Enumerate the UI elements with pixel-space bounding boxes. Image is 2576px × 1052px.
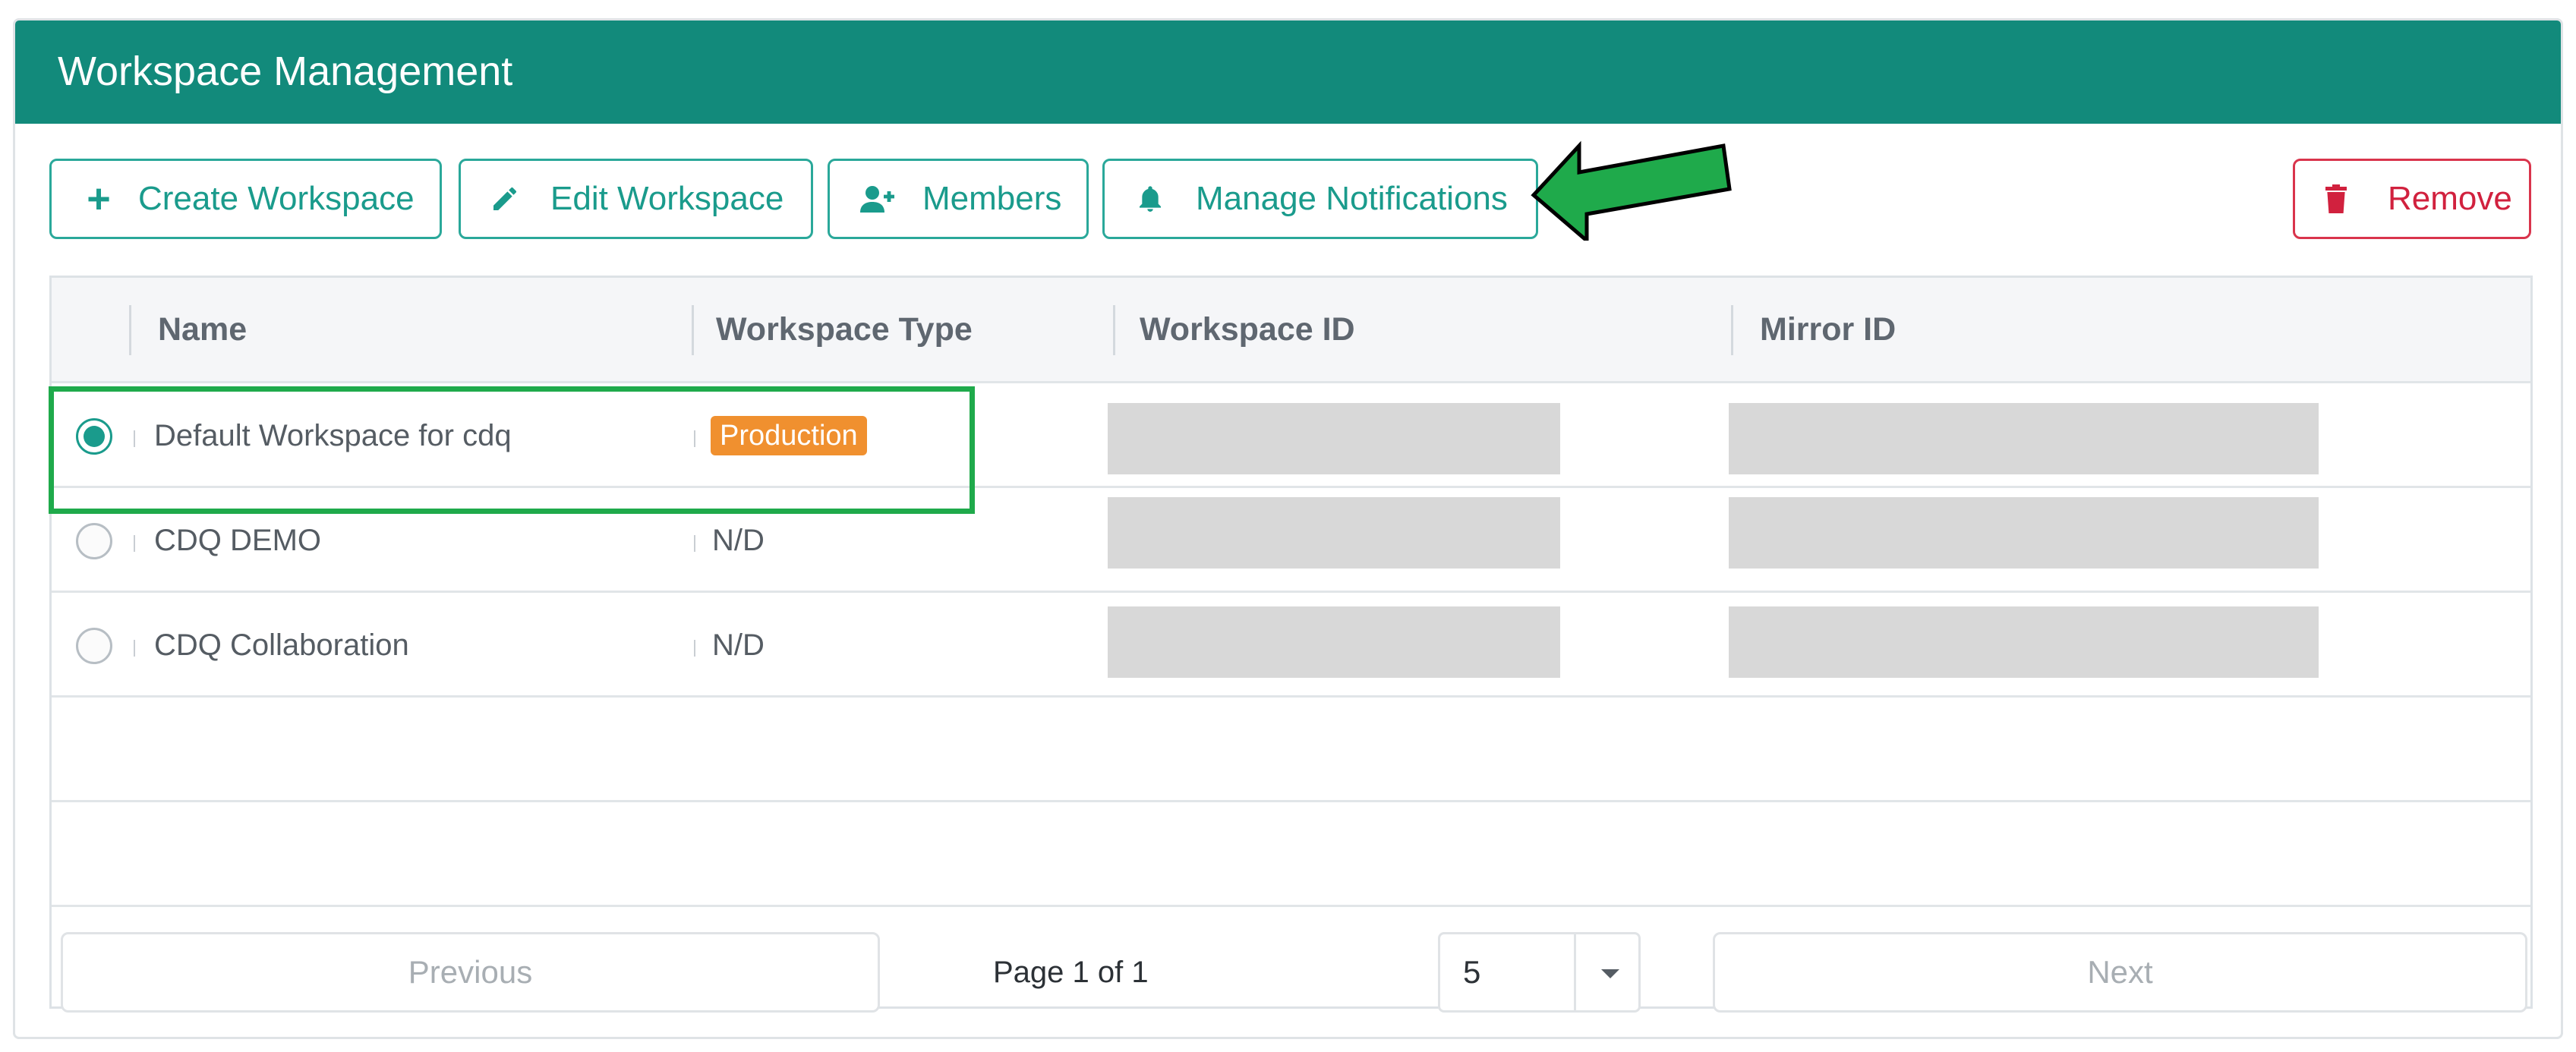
- create-workspace-button[interactable]: + Create Workspace: [49, 159, 442, 239]
- column-header-mirror-id[interactable]: Mirror ID: [1760, 278, 1896, 381]
- page-size-select[interactable]: 5: [1438, 932, 1641, 1013]
- previous-page-button[interactable]: Previous: [61, 932, 880, 1013]
- column-separator: [692, 305, 694, 355]
- bell-icon: [1135, 184, 1165, 214]
- edit-workspace-label: Edit Workspace: [550, 180, 784, 217]
- workspace-management-panel: Workspace Management + Create Workspace …: [13, 18, 2563, 1039]
- manage-notifications-label: Manage Notifications: [1196, 180, 1508, 217]
- selected-row-highlight-annotation: [49, 386, 975, 514]
- cell-separator: [694, 640, 695, 657]
- panel-title: Workspace Management: [58, 49, 513, 94]
- column-separator: [1113, 305, 1115, 355]
- redacted-mirror-id: [1729, 403, 2319, 474]
- pencil-icon: [488, 184, 522, 214]
- chevron-down-icon[interactable]: [1601, 969, 1619, 978]
- next-page-button[interactable]: Next: [1713, 932, 2527, 1013]
- column-header-name[interactable]: Name: [158, 278, 247, 381]
- cell-separator: [134, 535, 135, 552]
- remove-button[interactable]: Remove: [2293, 159, 2531, 239]
- workspace-name: CDQ Collaboration: [154, 628, 409, 662]
- workspace-table: Name Workspace Type Workspace ID Mirror …: [49, 276, 2533, 1013]
- cell-separator: [134, 640, 135, 657]
- redacted-workspace-id: [1108, 403, 1560, 474]
- empty-table-row: [52, 695, 2530, 800]
- redacted-workspace-id: [1108, 606, 1560, 678]
- row-select-radio[interactable]: [76, 523, 112, 559]
- edit-workspace-button[interactable]: Edit Workspace: [459, 159, 813, 239]
- green-arrow-annotation: [1531, 140, 1732, 241]
- cell-separator: [694, 535, 695, 552]
- members-button[interactable]: Members: [828, 159, 1089, 239]
- page-size-value: 5: [1463, 954, 1481, 990]
- remove-label: Remove: [2388, 180, 2512, 217]
- column-separator: [1731, 305, 1733, 355]
- plus-icon: +: [87, 176, 111, 222]
- column-header-workspace-id[interactable]: Workspace ID: [1140, 278, 1355, 381]
- trash-icon: [2322, 184, 2350, 214]
- workspace-type: N/D: [712, 628, 765, 662]
- panel-header: Workspace Management: [15, 20, 2561, 124]
- page-info: Page 1 of 1: [993, 955, 1149, 989]
- create-workspace-label: Create Workspace: [138, 180, 415, 217]
- table-header: Name Workspace Type Workspace ID Mirror …: [52, 278, 2530, 381]
- redacted-workspace-id: [1108, 497, 1560, 569]
- row-select-radio[interactable]: [76, 628, 112, 664]
- redacted-mirror-id: [1729, 497, 2319, 569]
- select-divider: [1574, 934, 1576, 1010]
- column-header-workspace-type[interactable]: Workspace Type: [716, 278, 973, 381]
- manage-notifications-button[interactable]: Manage Notifications: [1102, 159, 1538, 239]
- column-separator: [129, 305, 131, 355]
- table-row[interactable]: CDQ Collaboration N/D: [52, 591, 2530, 695]
- members-label: Members: [922, 180, 1062, 217]
- empty-table-row: [52, 800, 2530, 907]
- user-plus-icon: [857, 184, 900, 214]
- redacted-mirror-id: [1729, 606, 2319, 678]
